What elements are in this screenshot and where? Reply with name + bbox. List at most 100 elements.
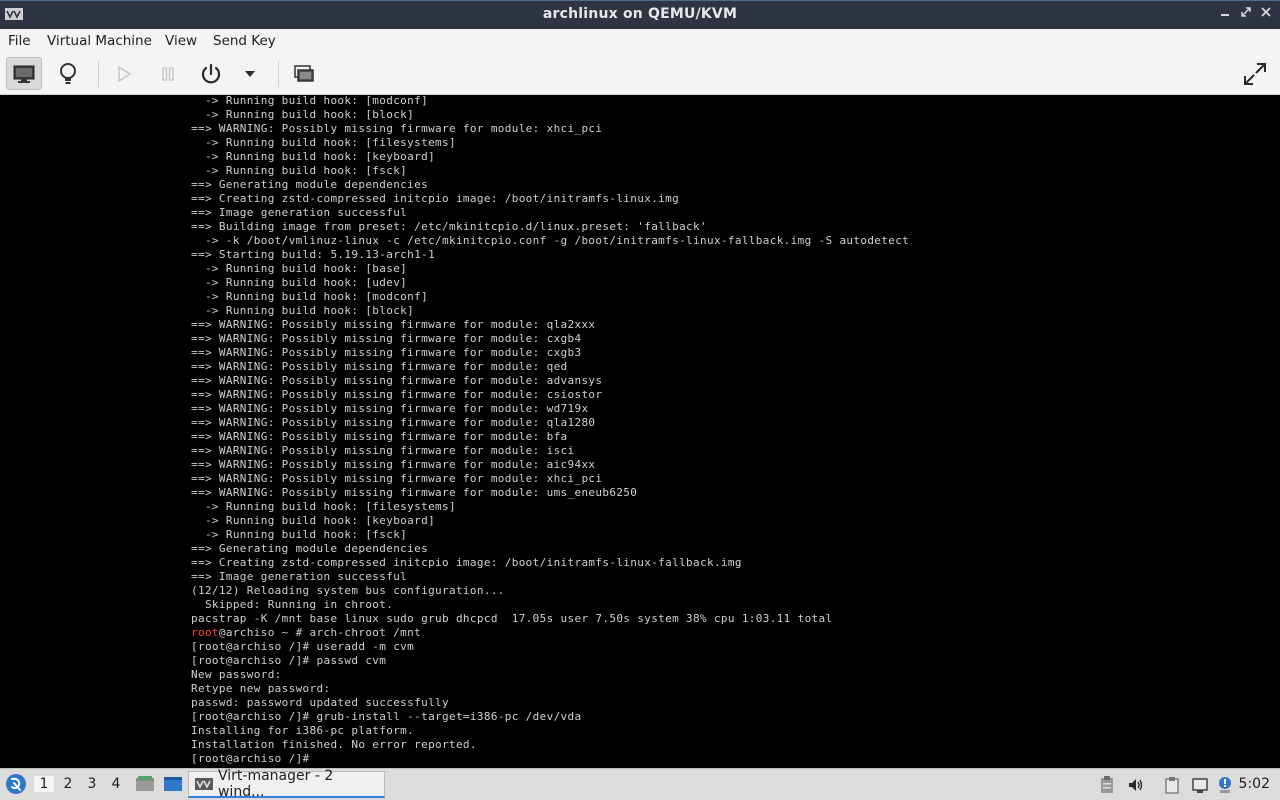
folder-icon <box>136 776 154 791</box>
tray-notifications[interactable] <box>1216 776 1234 794</box>
workspace-1[interactable]: 1 <box>34 776 54 792</box>
console-line: ==> WARNING: Possibly missing firmware f… <box>191 486 638 499</box>
pause-button[interactable] <box>150 57 186 90</box>
console-line: ==> WARNING: Possibly missing firmware f… <box>191 332 582 345</box>
console-line: -> Running build hook: [fsck] <box>191 164 408 177</box>
window-title: archlinux on QEMU/KVM <box>542 6 738 22</box>
console-line: (12/12) Reloading system bus configurati… <box>191 584 505 597</box>
console-line: ==> WARNING: Possibly missing firmware f… <box>191 360 568 373</box>
menu-view[interactable]: View <box>165 33 197 49</box>
taskbar: 1 2 3 4 Virt-manager - 2 wind... 5:02 <box>0 768 1280 800</box>
shutdown-menu-button[interactable] <box>232 57 268 90</box>
toolbar <box>0 53 1280 95</box>
run-button[interactable] <box>106 57 142 90</box>
console-line: -> Running build hook: [filesystems] <box>191 136 456 149</box>
fullscreen-icon <box>1244 62 1266 85</box>
console-line: ==> Creating zstd-compressed initcpio im… <box>191 192 680 205</box>
task-label: Virt-manager - 2 wind... <box>217 768 334 800</box>
console-line: -> Running build hook: [keyboard] <box>191 150 436 163</box>
virt-manager-task-icon <box>195 778 213 790</box>
console-line: ==> Creating zstd-compressed initcpio im… <box>191 556 742 569</box>
window-titlebar[interactable]: archlinux on QEMU/KVM <box>0 0 1280 29</box>
console-line: ==> WARNING: Possibly missing firmware f… <box>191 388 603 401</box>
fullscreen-button[interactable] <box>1237 57 1273 90</box>
network-icon <box>1192 778 1208 793</box>
console-line: -> Running build hook: [keyboard] <box>191 514 436 527</box>
console-line: -> Running build hook: [base] <box>191 262 408 275</box>
show-desktop-button[interactable] <box>163 775 183 793</box>
workspace-2[interactable]: 2 <box>58 776 78 792</box>
show-details-button[interactable] <box>50 57 86 90</box>
start-menu-button[interactable] <box>5 773 27 795</box>
distro-logo-icon <box>6 774 26 794</box>
console-line: [root@archiso /]# passwd cvm <box>191 654 387 667</box>
console-line: ==> Generating module dependencies <box>191 178 429 191</box>
console-line: [root@archiso /]# useradd -m cvm <box>191 640 415 653</box>
menu-virtual-machine[interactable]: Virtual Machine <box>47 33 152 49</box>
tray-volume[interactable] <box>1127 776 1145 794</box>
minimize-button[interactable] <box>1217 6 1233 22</box>
monitor-icon <box>13 65 35 83</box>
console-line: ==> WARNING: Possibly missing firmware f… <box>191 458 596 471</box>
shutdown-button[interactable] <box>193 57 229 90</box>
console-line: -> Running build hook: [filesystems] <box>191 500 456 513</box>
console-line: -> Running build hook: [modconf] <box>191 290 429 303</box>
close-button[interactable] <box>1258 6 1274 22</box>
vm-console-display[interactable]: -> Running build hook: [modconf] -> Runn… <box>0 95 1280 768</box>
pause-icon <box>162 66 174 81</box>
console-line: [root@archiso /]# grub-install --target=… <box>191 710 582 723</box>
console-line: ==> WARNING: Possibly missing firmware f… <box>191 346 582 359</box>
console-line: ==> WARNING: Possibly missing firmware f… <box>191 430 568 443</box>
console-line: ==> WARNING: Possibly missing firmware f… <box>191 402 589 415</box>
snapshots-button[interactable] <box>286 57 322 90</box>
console-line: ==> WARNING: Possibly missing firmware f… <box>191 318 596 331</box>
menu-bar: File Virtual Machine View Send Key <box>0 29 1280 53</box>
lightbulb-icon <box>60 62 76 84</box>
tray-network[interactable] <box>1191 776 1209 794</box>
console-line: ==> Starting build: 5.19.13-arch1-1 <box>191 248 436 261</box>
console-line: -> Running build hook: [block] <box>191 304 415 317</box>
restore-button[interactable] <box>1238 6 1254 22</box>
volume-icon <box>1129 779 1143 791</box>
console-line: Installation finished. No error reported… <box>191 738 477 751</box>
snapshots-icon <box>294 64 314 82</box>
menu-send-key[interactable]: Send Key <box>213 33 276 49</box>
console-line: Installing for i386-pc platform. <box>191 724 415 737</box>
console-line: pacstrap -K /mnt base linux sudo grub dh… <box>191 612 833 625</box>
play-icon <box>118 65 132 82</box>
console-line: Skipped: Running in chroot. <box>191 598 394 611</box>
workspace-4[interactable]: 4 <box>106 776 126 792</box>
workspace-3[interactable]: 3 <box>82 776 102 792</box>
console-line: -> Running build hook: [fsck] <box>191 528 408 541</box>
console-line: -> Running build hook: [udev] <box>191 276 408 289</box>
paste-icon <box>1165 777 1179 794</box>
console-line: ==> WARNING: Possibly missing firmware f… <box>191 122 603 135</box>
desktop-icon <box>164 777 182 791</box>
tray-clipman[interactable] <box>1164 776 1182 794</box>
close-icon <box>1261 7 1271 17</box>
power-icon <box>201 63 221 83</box>
minimize-icon <box>1221 14 1229 16</box>
tray-notes[interactable] <box>1099 776 1117 794</box>
show-console-button[interactable] <box>6 57 42 90</box>
console-line: ==> WARNING: Possibly missing firmware f… <box>191 374 603 387</box>
console-line: ==> Image generation successful <box>191 570 408 583</box>
console-line: ==> WARNING: Possibly missing firmware f… <box>191 472 603 485</box>
console-line: -> Running build hook: [modconf] <box>191 95 429 107</box>
console-line: ==> Building image from preset: /etc/mki… <box>191 220 707 233</box>
console-line: root@archiso ~ # arch-chroot /mnt <box>191 626 422 639</box>
console-line: ==> WARNING: Possibly missing firmware f… <box>191 444 575 457</box>
console-line: New password: <box>191 668 282 681</box>
file-manager-launcher[interactable] <box>135 775 155 793</box>
prompt-user: root <box>191 626 219 639</box>
console-output: -> Running build hook: [modconf] -> Runn… <box>191 95 909 766</box>
taskbar-task-virt-manager[interactable]: Virt-manager - 2 wind... <box>188 768 385 800</box>
menu-file[interactable]: File <box>8 33 31 49</box>
clock[interactable]: 5:02 <box>1239 776 1270 792</box>
toolbar-separator <box>278 61 279 87</box>
notification-icon <box>1219 777 1231 793</box>
console-line: -> -k /boot/vmlinuz-linux -c /etc/mkinit… <box>191 234 910 247</box>
chevron-down-icon <box>245 70 255 77</box>
console-line: [root@archiso /]# <box>191 752 310 765</box>
console-line: ==> Generating module dependencies <box>191 542 429 555</box>
